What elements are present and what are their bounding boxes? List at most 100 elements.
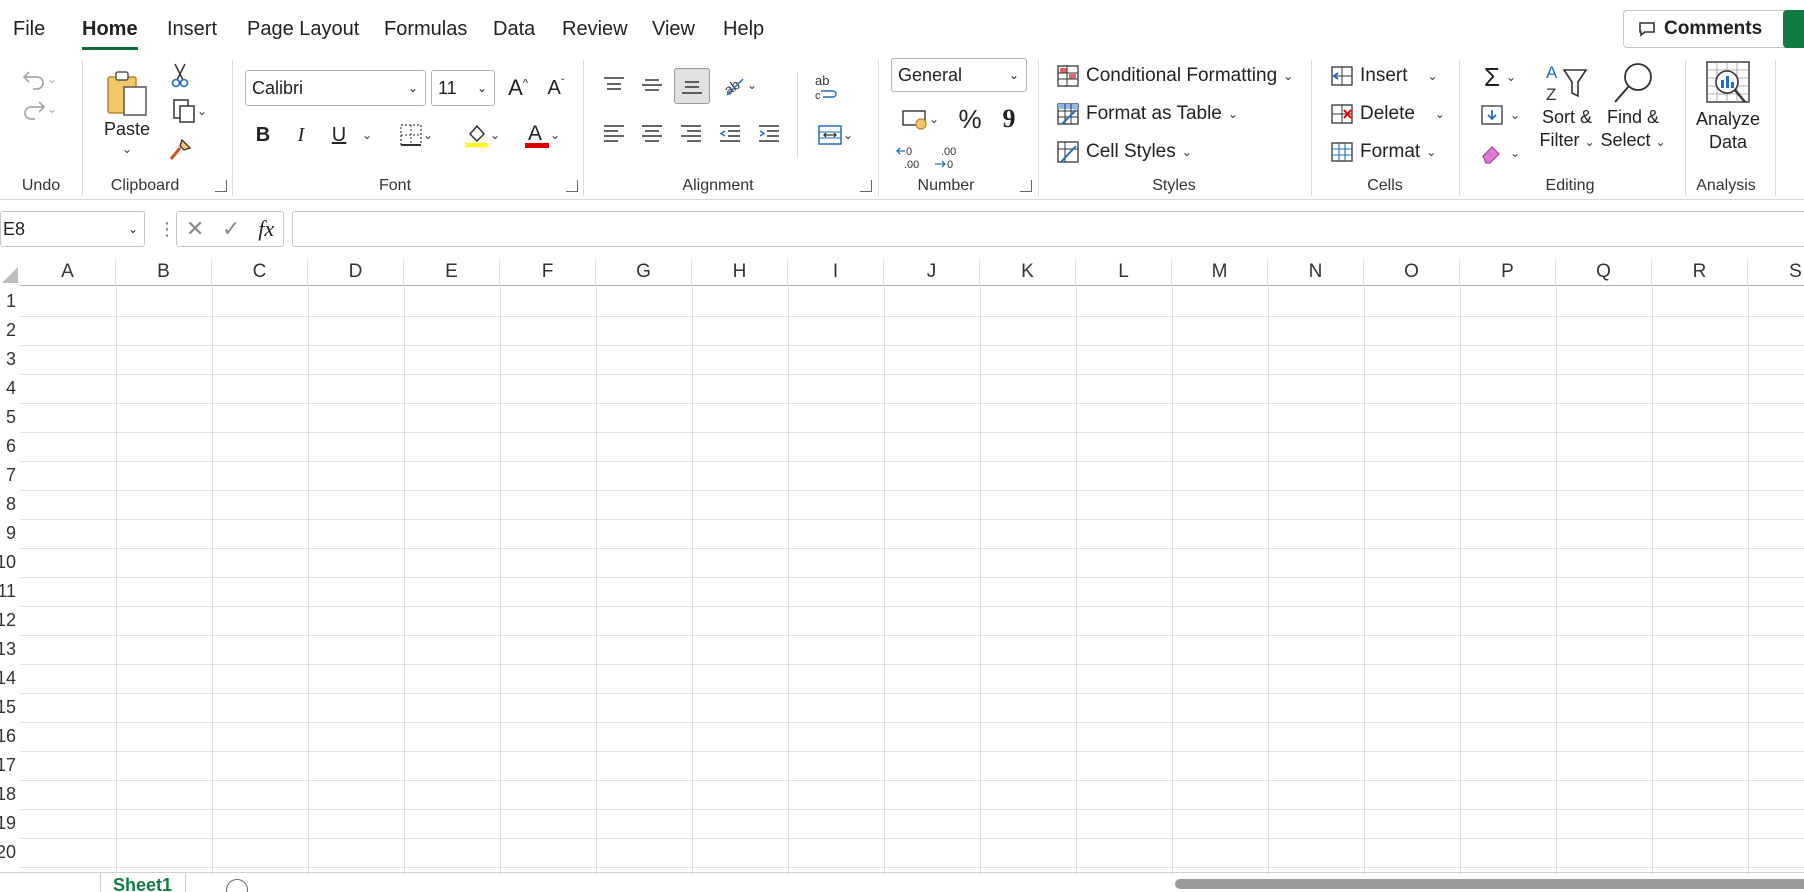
column-header-g[interactable]: G (596, 259, 692, 286)
row-header-14[interactable]: 14 (0, 664, 20, 693)
tab-formulas[interactable]: Formulas (384, 18, 467, 41)
font-name-select[interactable]: Calibri ⌄ (245, 70, 426, 106)
font-size-select[interactable]: 11 ⌄ (431, 70, 495, 106)
column-header-h[interactable]: H (692, 259, 788, 286)
bottom-align-button[interactable] (674, 68, 710, 104)
column-header-a[interactable]: A (20, 259, 116, 286)
row-header-8[interactable]: 8 (0, 490, 20, 519)
horizontal-scrollbar[interactable] (1175, 879, 1804, 889)
orientation-button[interactable]: ab ⌄ (716, 70, 762, 100)
tab-data[interactable]: Data (493, 18, 535, 41)
column-header-o[interactable]: O (1364, 259, 1460, 286)
font-launcher-icon[interactable] (566, 180, 578, 192)
italic-button[interactable]: I (286, 120, 316, 150)
find-select-button[interactable]: Find & Select ⌄ (1600, 60, 1666, 178)
number-format-select[interactable]: General ⌄ (891, 58, 1027, 92)
tab-insert[interactable]: Insert (167, 18, 217, 41)
row-header-17[interactable]: 17 (0, 751, 20, 780)
align-right-button[interactable] (675, 118, 707, 148)
alignment-launcher-icon[interactable] (860, 180, 872, 192)
row-header-5[interactable]: 5 (0, 403, 20, 432)
comments-button[interactable]: Comments (1623, 10, 1804, 48)
autosum-button[interactable]: Σ ⌄ (1474, 60, 1526, 94)
sort-filter-button[interactable]: AZ Sort & Filter ⌄ (1534, 60, 1600, 178)
column-header-b[interactable]: B (116, 259, 212, 286)
tab-home[interactable]: Home (82, 18, 138, 50)
clipboard-launcher-icon[interactable] (215, 180, 227, 192)
column-header-m[interactable]: M (1172, 259, 1268, 286)
more-options-icon[interactable]: ⋮ (158, 219, 176, 240)
row-header-15[interactable]: 15 (0, 693, 20, 722)
column-header-f[interactable]: F (500, 259, 596, 286)
underline-dropdown[interactable]: ⌄ (358, 120, 376, 150)
analyze-data-button[interactable]: Analyze Data (1692, 60, 1764, 178)
row-header-1[interactable]: 1 (0, 287, 20, 316)
wrap-text-button[interactable]: ab c (810, 70, 842, 104)
name-box[interactable]: E8 ⌄ (0, 211, 145, 247)
decrease-indent-button[interactable] (714, 118, 746, 148)
column-header-j[interactable]: J (884, 259, 980, 286)
fill-button[interactable]: ⌄ (1474, 98, 1526, 132)
column-header-r[interactable]: R (1652, 259, 1748, 286)
row-header-9[interactable]: 9 (0, 519, 20, 548)
format-cells-button[interactable]: Format ⌄ (1330, 136, 1436, 168)
row-header-4[interactable]: 4 (0, 374, 20, 403)
column-header-l[interactable]: L (1076, 259, 1172, 286)
conditional-formatting-button[interactable]: Conditional Formatting ⌄ (1056, 60, 1293, 92)
delete-cells-button[interactable]: Delete ⌄ (1330, 98, 1445, 130)
tab-help[interactable]: Help (723, 18, 764, 41)
row-header-11[interactable]: 11 (0, 577, 20, 606)
align-left-button[interactable] (598, 118, 630, 148)
increase-decimal-button[interactable]: 0.00 (893, 140, 925, 174)
column-header-q[interactable]: Q (1556, 259, 1652, 286)
format-as-table-button[interactable]: Format as Table ⌄ (1056, 98, 1238, 130)
align-center-button[interactable] (636, 118, 668, 148)
increase-font-size-button[interactable]: A^ (502, 72, 534, 104)
tab-page-layout[interactable]: Page Layout (247, 18, 359, 41)
tab-view[interactable]: View (652, 18, 695, 41)
clear-button[interactable]: ⌄ (1474, 136, 1526, 170)
row-header-20[interactable]: 20 (0, 838, 20, 867)
column-header-n[interactable]: N (1268, 259, 1364, 286)
row-header-7[interactable]: 7 (0, 461, 20, 490)
font-color-button[interactable]: A ⌄ (516, 118, 568, 152)
select-all-icon[interactable] (0, 265, 20, 285)
row-header-16[interactable]: 16 (0, 722, 20, 751)
column-header-e[interactable]: E (404, 259, 500, 286)
tab-review[interactable]: Review (562, 18, 628, 41)
increase-indent-button[interactable] (753, 118, 785, 148)
row-header-3[interactable]: 3 (0, 345, 20, 374)
percent-style-button[interactable]: % (952, 102, 988, 136)
cell-styles-button[interactable]: Cell Styles ⌄ (1056, 136, 1192, 168)
column-header-c[interactable]: C (212, 259, 308, 286)
insert-cells-button[interactable]: Insert ⌄ (1330, 60, 1438, 92)
formula-input[interactable] (292, 211, 1804, 247)
insert-function-button[interactable]: fx (258, 216, 274, 242)
column-header-p[interactable]: P (1460, 259, 1556, 286)
undo-button[interactable]: ⌄ (16, 64, 62, 94)
row-header-2[interactable]: 2 (0, 316, 20, 345)
row-header-6[interactable]: 6 (0, 432, 20, 461)
add-sheet-icon[interactable] (226, 879, 248, 892)
copy-button[interactable]: ⌄ (164, 96, 214, 126)
cut-button[interactable] (166, 60, 194, 90)
cancel-icon[interactable]: ✕ (186, 216, 204, 242)
row-header-10[interactable]: 10 (0, 548, 20, 577)
decrease-decimal-button[interactable]: .00 0 (931, 140, 963, 174)
row-header-18[interactable]: 18 (0, 780, 20, 809)
underline-button[interactable]: U (324, 120, 354, 150)
worksheet-grid[interactable]: ABCDEFGHIJKLMNOPQRS 1 2 3 4 5 6 7 8 9 10 11 12 13 14 1… (0, 259, 1804, 875)
share-button[interactable] (1783, 10, 1804, 48)
row-header-13[interactable]: 13 (0, 635, 20, 664)
format-painter-button[interactable] (166, 136, 194, 164)
bold-button[interactable]: B (248, 120, 278, 150)
redo-button[interactable]: ⌄ (16, 94, 62, 124)
decrease-font-size-button[interactable]: Aˇ (540, 72, 572, 104)
row-header-19[interactable]: 19 (0, 809, 20, 838)
fill-color-button[interactable]: ⌄ (456, 118, 508, 152)
tab-file[interactable]: File (13, 18, 45, 41)
enter-icon[interactable]: ✓ (222, 216, 240, 242)
borders-button[interactable]: ⌄ (390, 118, 442, 152)
paste-button[interactable]: Paste ⌄ (100, 62, 154, 162)
top-align-button[interactable] (598, 70, 630, 100)
